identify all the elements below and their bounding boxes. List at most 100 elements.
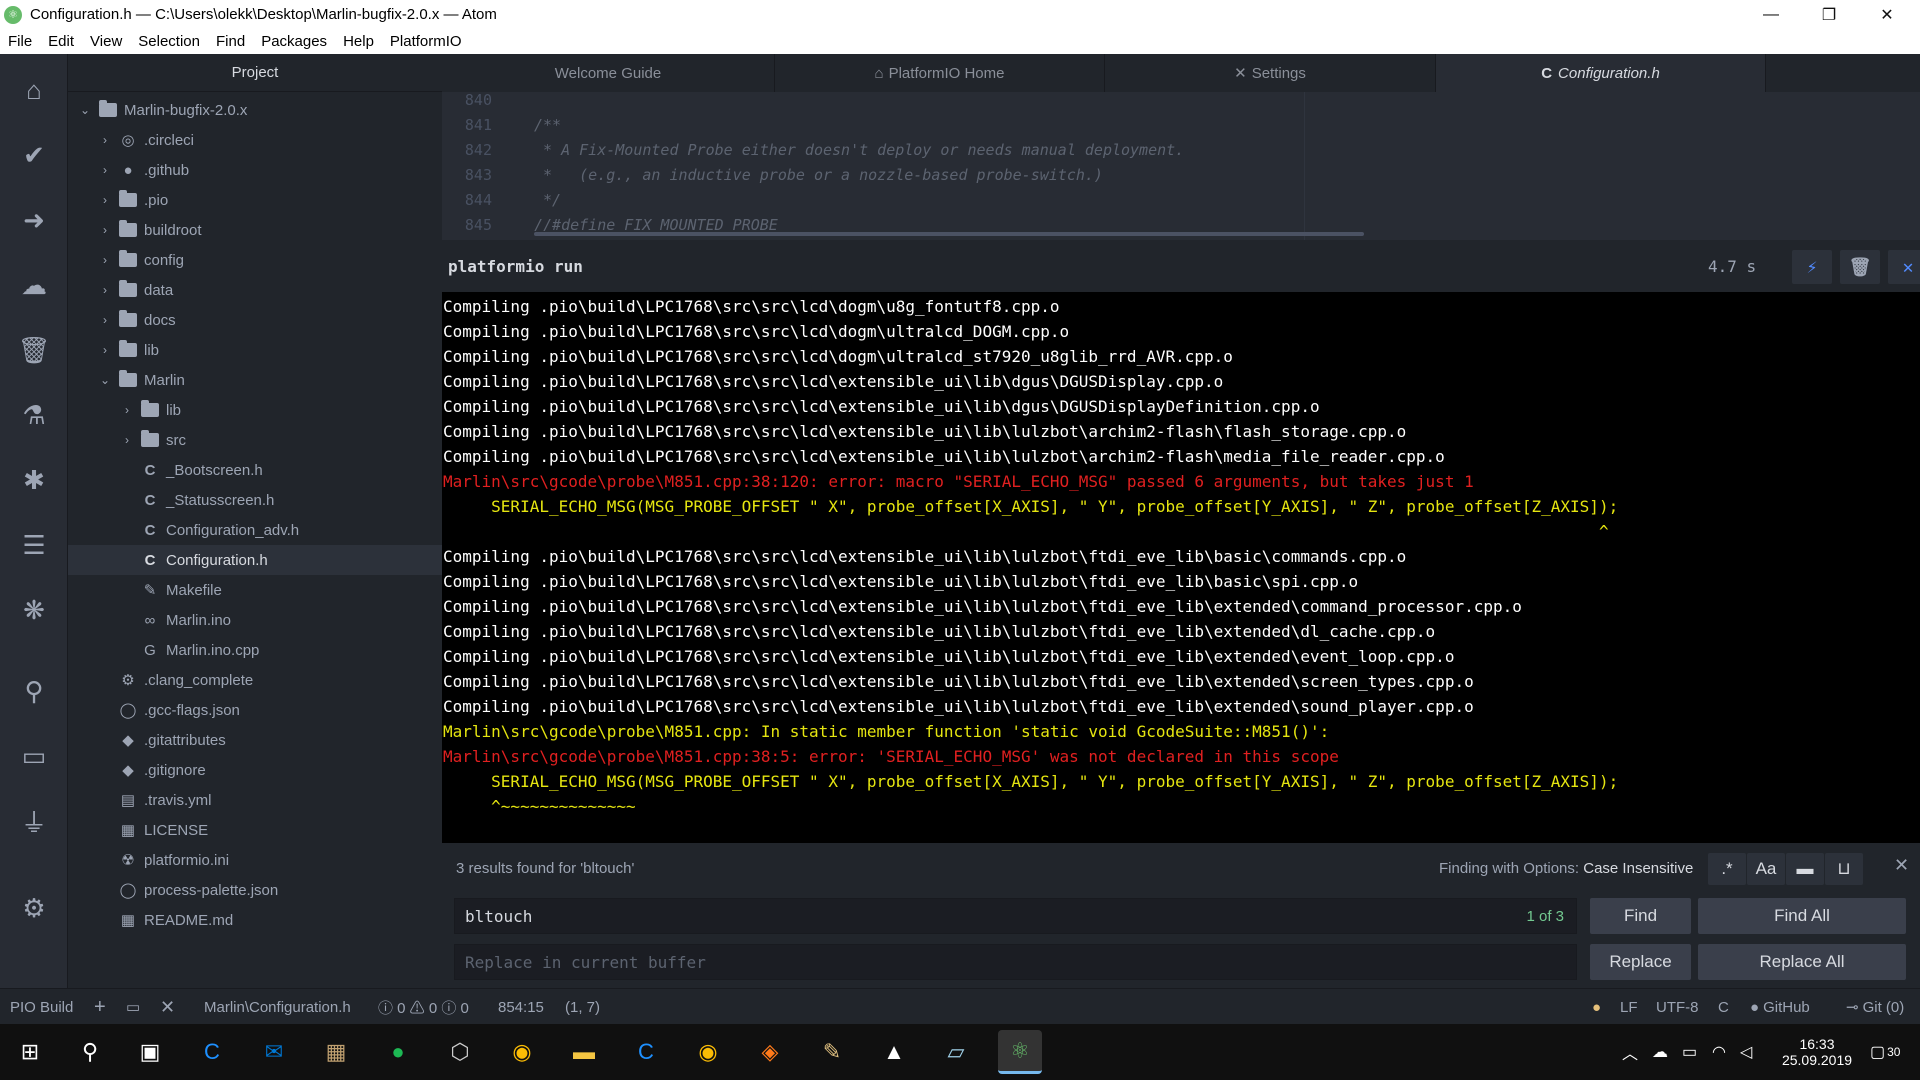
tab-settings[interactable]: ✕ Settings xyxy=(1105,54,1436,92)
volume-icon[interactable]: ◁ xyxy=(1740,1024,1752,1080)
tree-item[interactable]: › config xyxy=(68,245,442,275)
tree-item[interactable]: ◆ .gitattributes xyxy=(68,725,442,755)
code-line[interactable]: */ xyxy=(534,188,561,213)
tree-item[interactable]: › buildroot xyxy=(68,215,442,245)
search-icon[interactable]: ⚲ xyxy=(68,1030,112,1074)
plug-icon[interactable]: ⏚ xyxy=(0,801,68,841)
add-terminal-icon[interactable]: + xyxy=(94,989,106,1025)
close-window-button[interactable]: ✕ xyxy=(1858,0,1916,29)
find-input[interactable]: bltouch 1 of 3 xyxy=(454,898,1577,934)
code-line[interactable]: * (e.g., an inductive probe or a nozzle-… xyxy=(534,163,1103,188)
tree-item[interactable]: › .pio xyxy=(68,185,442,215)
task-view-icon[interactable]: ▣ xyxy=(128,1030,172,1074)
grammar-selector[interactable]: C xyxy=(1718,989,1729,1025)
tab-welcome-guide[interactable]: Welcome Guide xyxy=(442,54,775,92)
tree-item[interactable]: › ◎ .circleci xyxy=(68,125,442,155)
find-all-button[interactable]: Find All xyxy=(1698,898,1906,934)
tree-item[interactable]: › data xyxy=(68,275,442,305)
tree-item[interactable]: ∞ Marlin.ino xyxy=(68,605,442,635)
pio-build-label[interactable]: PIO Build xyxy=(10,989,73,1025)
notifications-icon[interactable]: ▢ 30 xyxy=(1870,1024,1900,1080)
battery-icon[interactable]: ▭ xyxy=(1682,1024,1697,1080)
menu-file[interactable]: File xyxy=(0,33,40,50)
ccleaner-icon[interactable]: C xyxy=(624,1030,668,1074)
terminal-icon[interactable]: ▭ xyxy=(0,736,68,776)
app-icon[interactable]: ◈ xyxy=(748,1030,792,1074)
menu-packages[interactable]: Packages xyxy=(253,33,335,50)
tree-item[interactable]: ▤ .travis.yml xyxy=(68,785,442,815)
photos-icon[interactable]: ▲ xyxy=(872,1030,916,1074)
maximize-button[interactable]: ❐ xyxy=(1800,0,1858,29)
replace-input[interactable]: Replace in current buffer xyxy=(454,944,1577,980)
tree-item[interactable]: ▦ README.md xyxy=(68,905,442,935)
problems-count[interactable]: ⓘ 0 ⚠ 0 ⓘ 0 xyxy=(378,989,469,1025)
tree-item[interactable]: G Marlin.ino.cpp xyxy=(68,635,442,665)
tree-item[interactable]: › src xyxy=(68,425,442,455)
regex-toggle[interactable]: .* xyxy=(1708,853,1746,885)
code-line[interactable]: //#define FIX_MOUNTED_PROBE xyxy=(534,213,778,231)
gear-icon[interactable]: ⚙ xyxy=(0,888,68,928)
menu-find[interactable]: Find xyxy=(208,33,253,50)
tree-item[interactable]: › lib xyxy=(68,335,442,365)
replace-button[interactable]: Replace xyxy=(1590,944,1691,980)
tree-item[interactable]: ◯ .gcc-flags.json xyxy=(68,695,442,725)
tab-configuration-h[interactable]: C Configuration.h xyxy=(1436,54,1766,92)
ccleaner-icon[interactable]: C xyxy=(190,1030,234,1074)
tree-item[interactable]: C _Bootscreen.h xyxy=(68,455,442,485)
line-ending[interactable]: LF xyxy=(1620,989,1638,1025)
tree-item[interactable]: ✎ Makefile xyxy=(68,575,442,605)
horizontal-scrollbar[interactable] xyxy=(534,232,1364,236)
tray-chevron-icon[interactable]: ︿ xyxy=(1622,1024,1638,1080)
menu-help[interactable]: Help xyxy=(335,33,382,50)
menu-view[interactable]: View xyxy=(82,33,130,50)
whole-word-icon[interactable]: ⊔ xyxy=(1825,853,1863,885)
tree-item[interactable]: C Configuration_adv.h xyxy=(68,515,442,545)
tree-item[interactable]: ▦ LICENSE xyxy=(68,815,442,845)
spotify-icon[interactable]: ● xyxy=(376,1030,420,1074)
search-icon[interactable]: ⚲ xyxy=(0,671,68,711)
code-line[interactable]: * A Fix-Mounted Probe either doesn't dep… xyxy=(534,138,1184,163)
upload-arrow-icon[interactable]: ➜ xyxy=(0,200,68,240)
chrome-icon[interactable]: ◉ xyxy=(686,1030,730,1074)
tree-item[interactable]: ◯ process-palette.json xyxy=(68,875,442,905)
replace-all-button[interactable]: Replace All xyxy=(1698,944,1906,980)
git-button[interactable]: ⊸ Git (0) xyxy=(1846,989,1904,1025)
close-find-icon[interactable]: ✕ xyxy=(1894,855,1909,876)
file-encoding[interactable]: UTF-8 xyxy=(1656,989,1699,1025)
minimize-button[interactable]: — xyxy=(1742,0,1800,29)
trash-icon[interactable]: 🗑 xyxy=(0,330,68,370)
atom-icon[interactable]: ⚛ xyxy=(998,1030,1042,1074)
clear-trash-icon[interactable]: 🗑 xyxy=(1840,250,1880,284)
image-viewer-icon[interactable]: ▦ xyxy=(314,1030,358,1074)
tree-item[interactable]: › docs xyxy=(68,305,442,335)
tree-item[interactable]: ☢ platformio.ini xyxy=(68,845,442,875)
cursor-position[interactable]: 854:15 xyxy=(498,989,544,1025)
tree-item[interactable]: ◆ .gitignore xyxy=(68,755,442,785)
find-button[interactable]: Find xyxy=(1590,898,1691,934)
cloud-upload-icon[interactable]: ☁ xyxy=(0,265,68,305)
close-icon[interactable]: ✕ xyxy=(160,989,175,1025)
menu-selection[interactable]: Selection xyxy=(130,33,208,50)
current-file-path[interactable]: Marlin\Configuration.h xyxy=(204,989,351,1025)
menu-platformio[interactable]: PlatformIO xyxy=(382,33,470,50)
outlook-icon[interactable]: ✉ xyxy=(252,1030,296,1074)
tree-item[interactable]: C _Statusscreen.h xyxy=(68,485,442,515)
github-button[interactable]: ● GitHub xyxy=(1750,989,1810,1025)
devices-icon[interactable]: ❋ xyxy=(0,590,68,630)
tree-root[interactable]: ⌄ Marlin-bugfix-2.0.x xyxy=(68,95,442,125)
chrome-icon[interactable]: ◉ xyxy=(500,1030,544,1074)
debug-bug-icon[interactable]: ✱ xyxy=(0,460,68,500)
tree-item[interactable]: › ● .github xyxy=(68,155,442,185)
paint-icon[interactable]: ✎ xyxy=(810,1030,854,1074)
home-icon[interactable]: ⌂ xyxy=(0,70,68,110)
wifi-icon[interactable]: ◠ xyxy=(1712,1024,1726,1080)
terminal-icon[interactable]: ▭ xyxy=(126,989,140,1025)
rerun-bolt-icon[interactable]: ⚡ xyxy=(1792,250,1832,284)
weather-icon[interactable]: ☁ xyxy=(1652,1024,1668,1080)
tree-item-selected[interactable]: C Configuration.h xyxy=(68,545,442,575)
code-line[interactable]: /** xyxy=(534,113,561,138)
selection-only-icon[interactable]: ▬ xyxy=(1786,853,1824,885)
test-flask-icon[interactable]: ⚗ xyxy=(0,395,68,435)
tasks-list-icon[interactable]: ☰ xyxy=(0,525,68,565)
close-terminal-icon[interactable]: ✕ xyxy=(1888,250,1920,284)
